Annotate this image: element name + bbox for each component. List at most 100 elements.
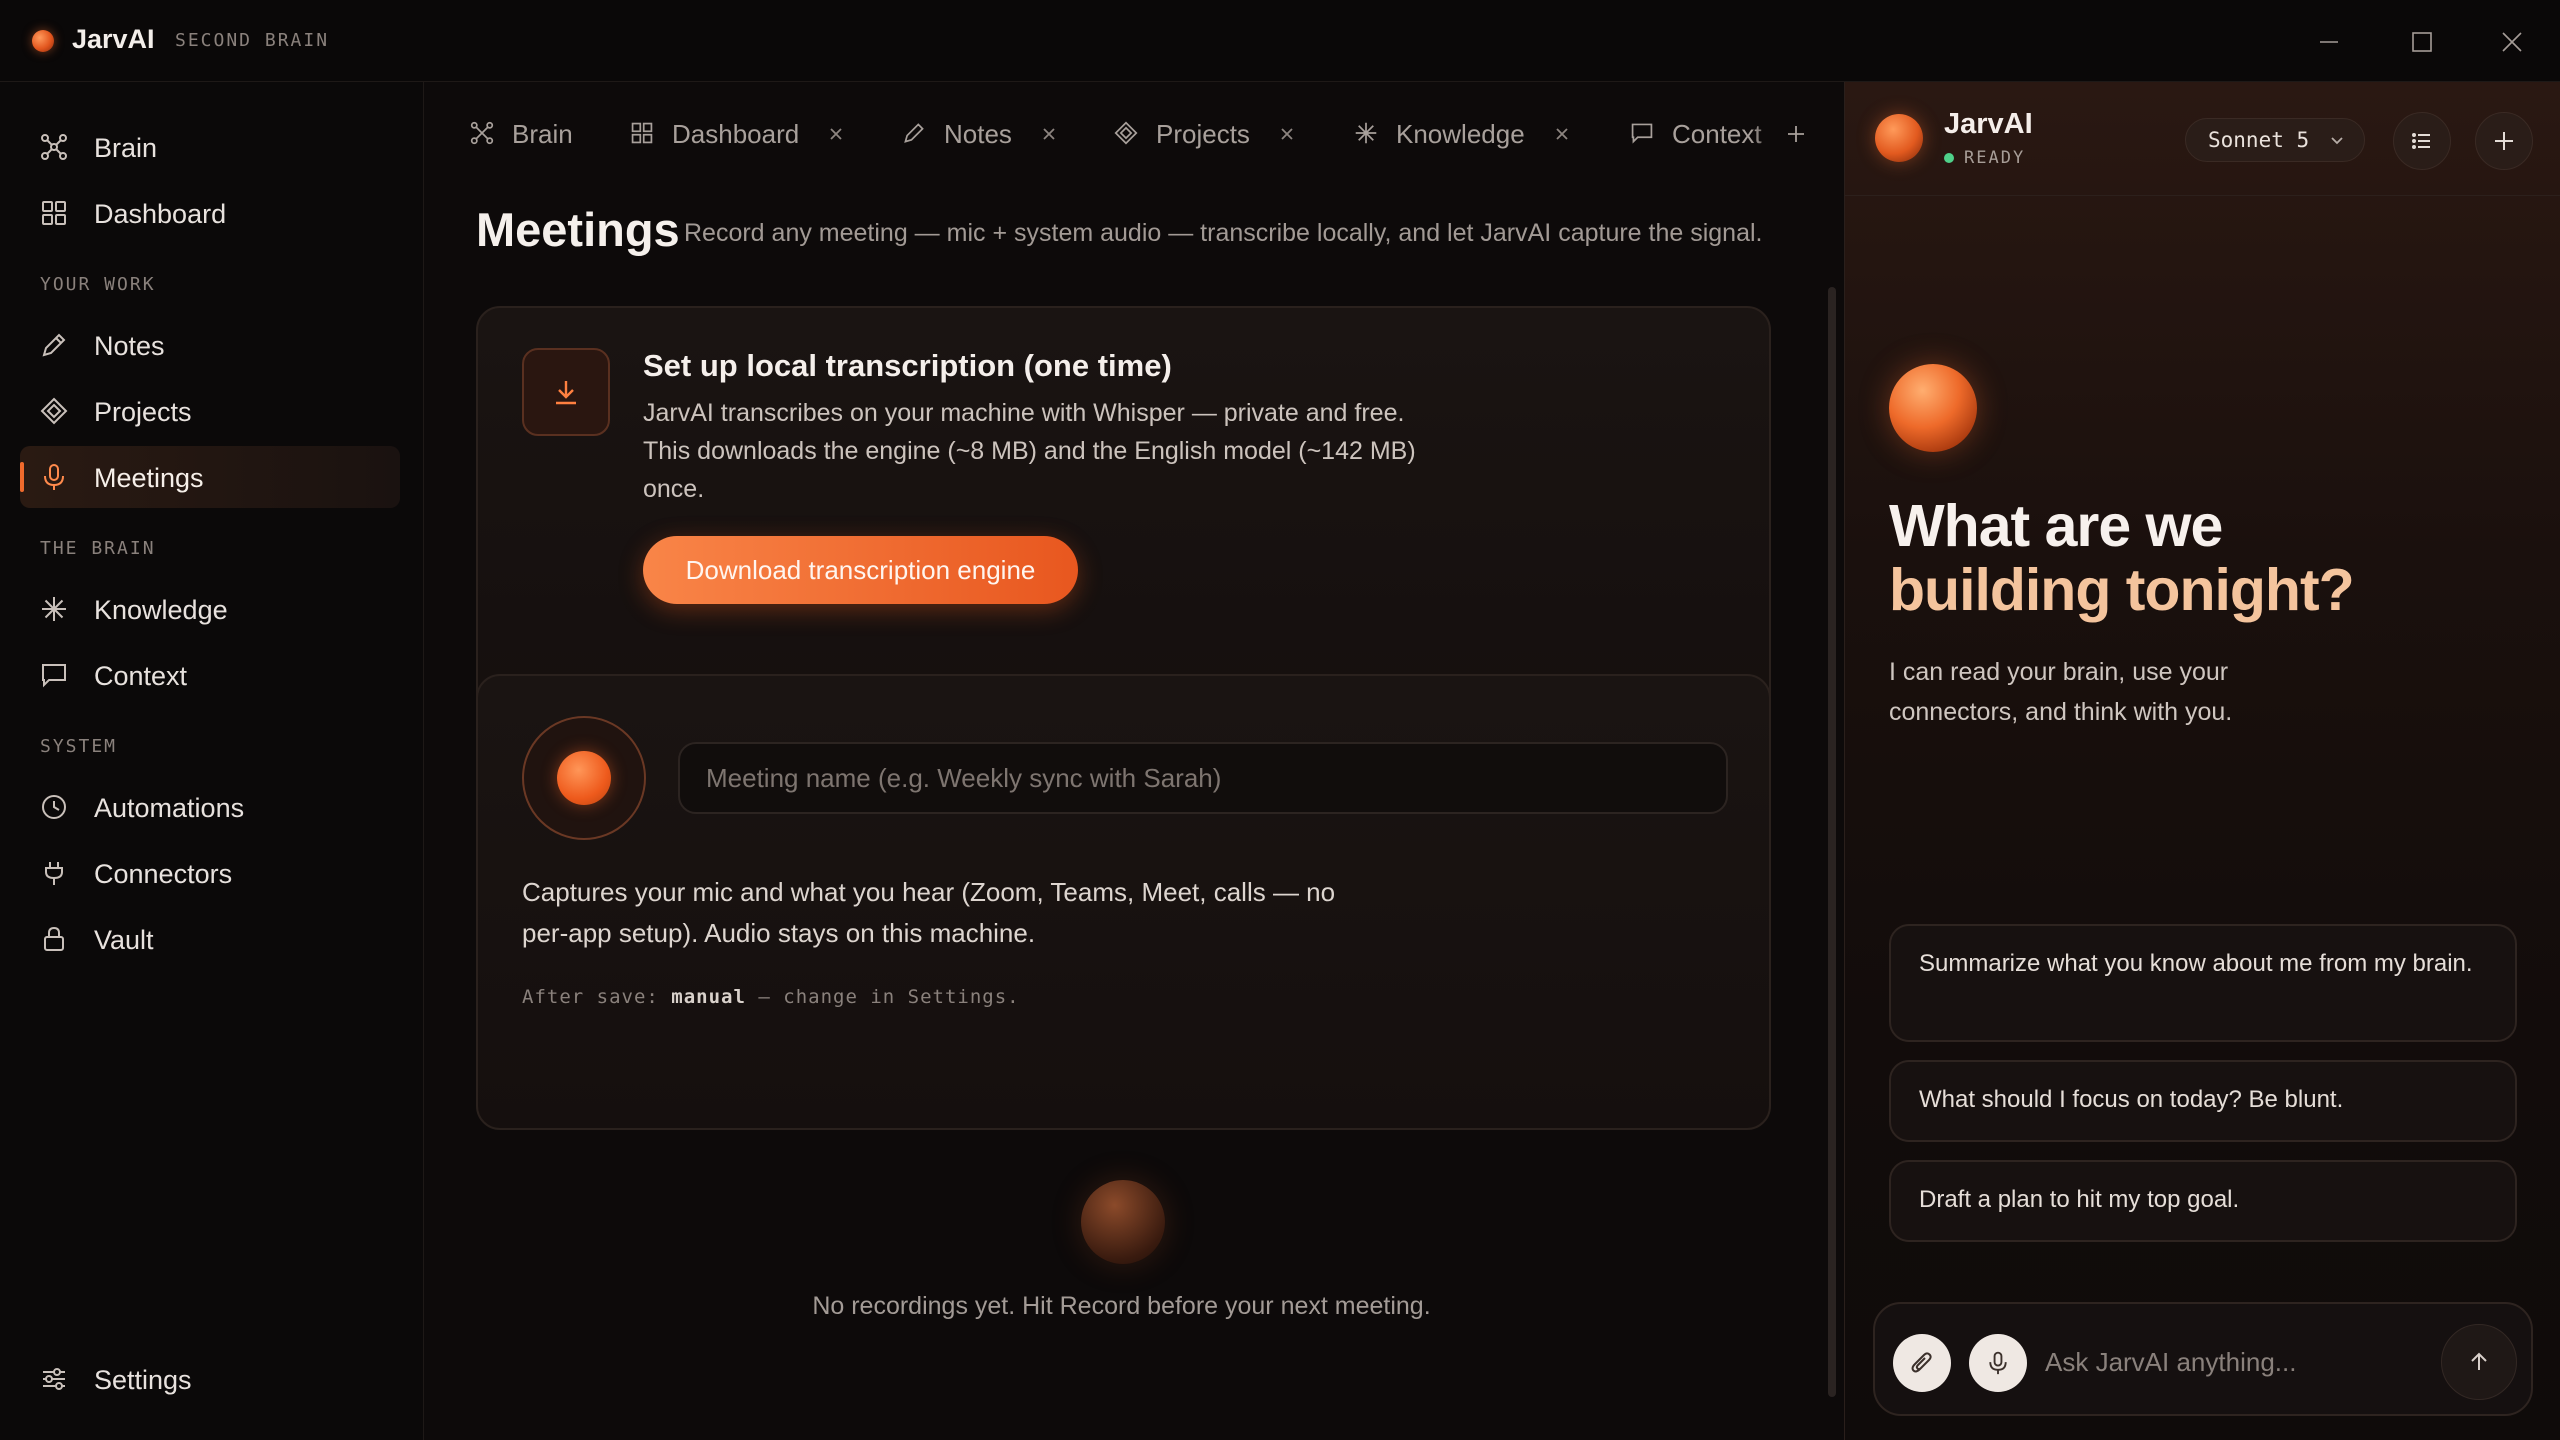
- tab-close-icon[interactable]: [827, 125, 845, 143]
- after-save-suffix: — change in Settings.: [758, 986, 1020, 1008]
- pencil-icon: [40, 331, 68, 359]
- setup-transcription-card: Set up local transcription (one time) Ja…: [476, 306, 1771, 728]
- title-bar: JarvAI SECOND BRAIN: [0, 0, 2560, 82]
- sidebar-item-label: Brain: [94, 133, 158, 163]
- history-button[interactable]: [2393, 112, 2451, 170]
- arrow-up-icon: [2467, 1350, 2491, 1374]
- attach-button[interactable]: [1893, 1334, 1951, 1392]
- voice-input-button[interactable]: [1969, 1334, 2027, 1392]
- chat-input[interactable]: [2045, 1334, 2425, 1390]
- sidebar-item-vault[interactable]: Vault: [20, 908, 400, 970]
- sidebar-item-label: Knowledge: [94, 595, 228, 625]
- meeting-name-input[interactable]: [678, 742, 1728, 814]
- suggestion-chip[interactable]: Draft a plan to hit my top goal.: [1889, 1160, 2517, 1242]
- model-label: Sonnet 5: [2208, 128, 2310, 152]
- tab-close-icon[interactable]: [1553, 125, 1571, 143]
- tab-close-icon[interactable]: [1040, 125, 1058, 143]
- tab-label: Knowledge: [1396, 118, 1525, 149]
- grid-icon: [40, 199, 68, 227]
- assistant-status: READY: [1944, 148, 2025, 168]
- tab-knowledge[interactable]: Knowledge: [1354, 112, 1571, 156]
- tab-label: Notes: [944, 118, 1012, 149]
- page-title: Meetings: [476, 203, 680, 256]
- assistant-panel: JarvAI READY Sonnet 5 What are we buildi…: [1844, 82, 2560, 1440]
- close-window-button[interactable]: [2490, 20, 2534, 64]
- asterisk-icon: [40, 595, 68, 623]
- sidebar-item-dashboard[interactable]: Dashboard: [20, 182, 400, 244]
- microphone-icon: [1986, 1351, 2010, 1375]
- sidebar-item-label: Context: [94, 661, 188, 691]
- section-label-system: SYSTEM: [40, 736, 118, 757]
- record-meeting-card: Captures your mic and what you hear (Zoo…: [476, 674, 1771, 1130]
- maximize-button[interactable]: [2400, 20, 2444, 64]
- new-chat-button[interactable]: [2475, 112, 2533, 170]
- sidebar-item-notes[interactable]: Notes: [20, 314, 400, 376]
- scrollbar[interactable]: [1828, 287, 1836, 1397]
- app-title: JarvAI: [72, 24, 155, 54]
- tab-brain[interactable]: Brain: [470, 112, 573, 156]
- hero-heading-line-1: What are we: [1889, 493, 2223, 559]
- empty-state-orb: [1081, 1180, 1165, 1264]
- asterisk-icon: [1354, 121, 1380, 147]
- grid-icon: [630, 121, 656, 147]
- tab-projects[interactable]: Projects: [1114, 112, 1296, 156]
- tab-notes[interactable]: Notes: [902, 112, 1058, 156]
- sidebar-item-label: Automations: [94, 793, 245, 823]
- tab-label: Projects: [1156, 118, 1250, 149]
- pencil-icon: [902, 121, 928, 147]
- clock-icon: [40, 793, 68, 821]
- sidebar-item-meetings[interactable]: Meetings: [20, 446, 400, 508]
- send-button[interactable]: [2441, 1324, 2517, 1400]
- empty-state-text: No recordings yet. Hit Record before you…: [812, 1292, 1431, 1320]
- plug-icon: [40, 859, 68, 887]
- tab-close-icon[interactable]: [1278, 125, 1296, 143]
- diamond-icon: [40, 397, 68, 425]
- sidebar-item-label: Vault: [94, 925, 154, 955]
- after-save-prefix: After save:: [522, 986, 659, 1008]
- record-button[interactable]: [522, 716, 646, 840]
- sidebar-item-brain[interactable]: Brain: [20, 116, 400, 178]
- sidebar-item-context[interactable]: Context: [20, 644, 400, 706]
- speech-bubble-icon: [40, 661, 68, 689]
- sidebar-item-automations[interactable]: Automations: [20, 776, 400, 838]
- sidebar-item-settings[interactable]: Settings: [20, 1348, 400, 1410]
- sidebar-item-label: Dashboard: [94, 199, 227, 229]
- tab-label: Brain: [512, 118, 573, 149]
- lock-icon: [40, 925, 68, 953]
- diamond-icon: [1114, 121, 1140, 147]
- section-label-your-work: YOUR WORK: [40, 274, 156, 295]
- chat-composer: [1873, 1302, 2533, 1416]
- after-save-value: manual: [671, 986, 746, 1008]
- tab-label: Dashboard: [672, 118, 800, 149]
- plus-icon: [1786, 124, 1806, 144]
- download-engine-button[interactable]: Download transcription engine: [643, 536, 1078, 604]
- suggestion-chip[interactable]: What should I focus on today? Be blunt.: [1889, 1060, 2517, 1142]
- tab-context[interactable]: Context: [1630, 112, 1782, 156]
- suggestion-chip[interactable]: Summarize what you know about me from my…: [1889, 924, 2517, 1042]
- brain-network-icon: [40, 133, 68, 161]
- sidebar: Brain Dashboard YOUR WORK Notes Projects…: [0, 82, 424, 1440]
- assistant-header: JarvAI READY Sonnet 5: [1845, 82, 2560, 196]
- tab-dashboard[interactable]: Dashboard: [630, 112, 845, 156]
- microphone-icon: [40, 463, 68, 491]
- list-icon: [2410, 129, 2434, 153]
- sidebar-item-knowledge[interactable]: Knowledge: [20, 578, 400, 640]
- sidebar-item-label: Notes: [94, 331, 165, 361]
- paperclip-icon: [1909, 1350, 1935, 1376]
- download-icon: [522, 348, 610, 436]
- setup-card-title: Set up local transcription (one time): [643, 348, 1172, 383]
- new-tab-button[interactable]: [1786, 112, 1806, 156]
- sidebar-item-connectors[interactable]: Connectors: [20, 842, 400, 904]
- assistant-avatar: [1875, 114, 1923, 162]
- sidebar-item-label: Settings: [94, 1365, 192, 1395]
- plus-icon: [2492, 129, 2516, 153]
- setup-card-body: JarvAI transcribes on your machine with …: [643, 399, 1416, 503]
- app-logo-orb: [32, 30, 54, 52]
- record-card-body: Captures your mic and what you hear (Zoo…: [522, 877, 1336, 948]
- sidebar-item-projects[interactable]: Projects: [20, 380, 400, 442]
- hero-heading-line-2: building tonight?: [1889, 557, 2355, 623]
- main-content: Brain Dashboard Notes Projects Knowledge…: [424, 82, 1844, 1440]
- status-dot-icon: [1944, 153, 1954, 163]
- model-selector[interactable]: Sonnet 5: [2185, 118, 2365, 162]
- minimize-button[interactable]: [2307, 20, 2351, 64]
